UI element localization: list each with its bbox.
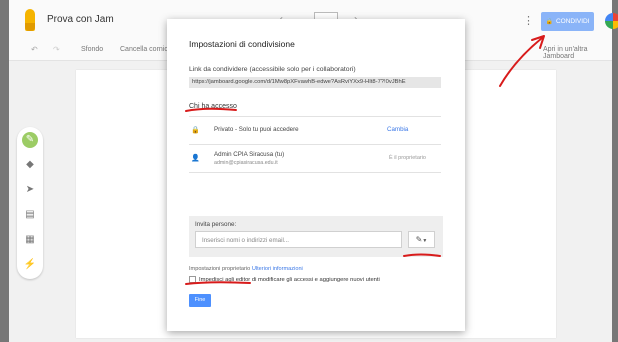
done-button[interactable]: Fine — [189, 294, 211, 307]
privacy-status: Privato - Solo tu puoi accedere — [214, 126, 299, 133]
pen-icon[interactable]: ✎ — [22, 132, 38, 148]
access-row-privacy: 🔒 Privato - Solo tu puoi accedere Cambia — [189, 116, 441, 145]
image-icon[interactable]: ▦ — [22, 232, 38, 248]
undo-icon[interactable]: ↶ — [31, 45, 38, 54]
access-row-owner: 👤 Admin CPIA Siracusa (tu) admin@cpiasir… — [189, 144, 441, 173]
who-has-access-label: Chi ha accesso — [189, 103, 237, 110]
share-button[interactable]: 🔒 CONDIVIDI — [541, 12, 594, 31]
learn-more-link[interactable]: Ulteriori informazioni — [252, 266, 303, 272]
jamboard-logo — [25, 9, 35, 31]
invite-email-input[interactable]: Inserisci nomi o indirizzi email... — [195, 231, 402, 248]
more-options-icon[interactable]: ⋮ — [523, 14, 534, 27]
jamboard-app: Prova con Jam ‹ › ⋮ 🔒 CONDIVIDI ↶ ↷ Sfon… — [0, 0, 618, 342]
background-button[interactable]: Sfondo — [81, 46, 103, 53]
share-link-field[interactable]: https://jamboard.google.com/d/1Mw8pXFvaw… — [189, 77, 441, 88]
prevent-editors-checkbox[interactable] — [189, 276, 196, 283]
owner-settings-line: Impostazioni proprietario Ulteriori info… — [189, 266, 303, 272]
invite-panel: Invita persone: Inserisci nomi o indiriz… — [189, 216, 443, 257]
document-title[interactable]: Prova con Jam — [47, 14, 114, 25]
sharing-settings-dialog: Impostazioni di condivisione Link da con… — [167, 19, 465, 331]
laser-icon[interactable]: ⚡ — [22, 257, 38, 273]
prevent-editors-option[interactable]: Impedisci agli editor di modificare gli … — [189, 276, 380, 283]
change-access-link[interactable]: Cambia — [387, 126, 408, 133]
person-icon: 👤 — [191, 155, 200, 162]
owner-role: È il proprietario — [389, 155, 426, 161]
prevent-editors-label-b: di modificare gli accessi e aggiungere n… — [251, 277, 380, 284]
owner-email: admin@cpiasiracusa.edu.it — [214, 160, 278, 166]
permission-dropdown[interactable]: ✎▼ — [408, 231, 435, 248]
dialog-title: Impostazioni di condivisione — [189, 39, 295, 49]
select-icon[interactable]: ➤ — [22, 182, 38, 198]
open-other-jamboard-button[interactable]: Apri in un'altra Jamboard — [543, 46, 612, 60]
window-frame-left — [0, 0, 9, 342]
window-frame-right — [612, 0, 618, 342]
avatar[interactable] — [605, 13, 618, 29]
tool-panel: ✎ ◆ ➤ ▤ ▦ ⚡ — [17, 127, 43, 279]
owner-settings-label: Impostazioni proprietario — [189, 266, 251, 272]
redo-icon[interactable]: ↷ — [53, 45, 60, 54]
eraser-icon[interactable]: ◆ — [22, 157, 38, 173]
owner-name: Admin CPIA Siracusa (tu) — [214, 151, 285, 158]
lock-icon: 🔒 — [191, 127, 200, 134]
clear-frame-button[interactable]: Cancella cornice — [120, 46, 172, 53]
invite-label: Invita persone: — [195, 221, 237, 228]
chevron-down-icon: ▼ — [422, 238, 428, 244]
share-link-label: Link da condividere (accessibile solo pe… — [189, 66, 356, 73]
lock-icon: 🔒 — [545, 19, 553, 25]
prevent-editors-label-a: Impedisci agli editor — [199, 277, 251, 284]
sticky-note-icon[interactable]: ▤ — [22, 207, 38, 223]
share-button-label: CONDIVIDI — [555, 18, 590, 25]
